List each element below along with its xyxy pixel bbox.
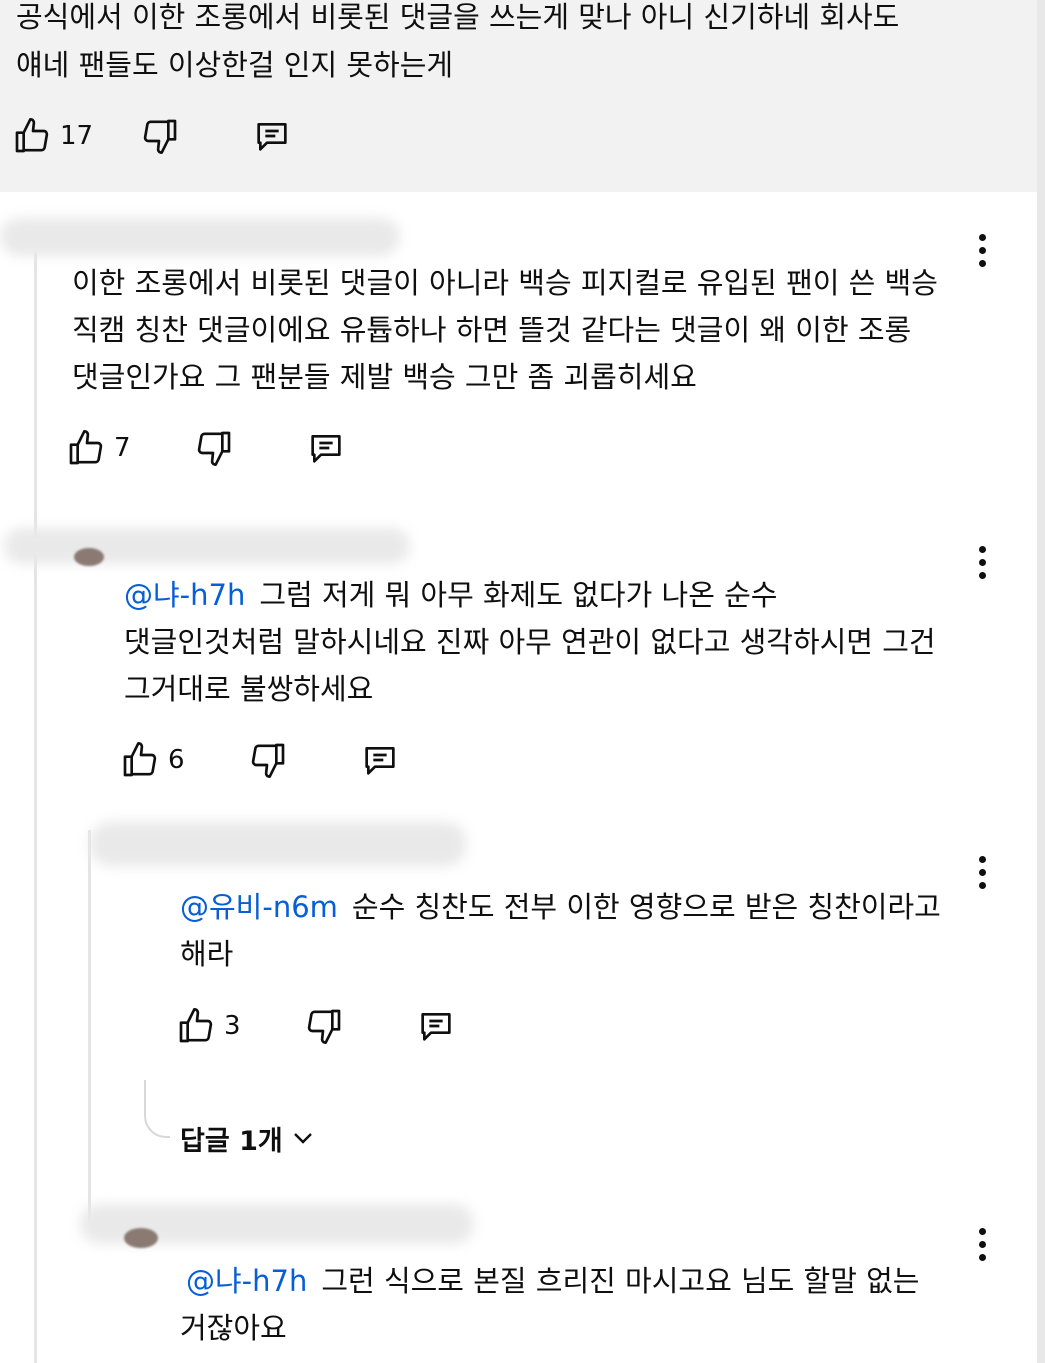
show-replies-button[interactable]: 답글 1개 [180, 1116, 315, 1160]
scrollbar-track[interactable] [1037, 0, 1045, 1363]
comment-text-line: 공식에서 이한 조롱에서 비롯된 댓글을 쓰는게 맞나 아니 신기하네 회사도 [16, 0, 900, 34]
comment-text-line: 직캠 칭찬 댓글이에요 유튭하나 하면 뜰것 같다는 댓글이 왜 이한 조롱 [72, 313, 912, 347]
like-button[interactable]: 3 [176, 1006, 241, 1046]
like-count: 3 [224, 1011, 241, 1041]
reply-button[interactable] [416, 1006, 456, 1046]
like-button[interactable]: 17 [12, 116, 93, 156]
like-count: 7 [114, 433, 131, 463]
thumbs-down-icon [307, 1009, 341, 1044]
mention-link[interactable]: @냐-h7h [186, 1264, 307, 1298]
comment-text-line: 댓글인것처럼 말하시네요 진짜 아무 연관이 없다고 생각하시면 그건 [124, 625, 936, 659]
dislike-button[interactable] [140, 116, 180, 156]
thumbs-down-icon [143, 119, 177, 155]
more-vert-icon[interactable] [976, 234, 988, 268]
like-count: 6 [168, 745, 185, 775]
reply-connector [144, 1080, 170, 1138]
thumbs-down-icon [197, 431, 231, 466]
comment-text-line: 해라 [180, 937, 234, 971]
like-button[interactable]: 6 [120, 740, 185, 780]
thumbs-up-icon [15, 118, 49, 153]
like-count: 17 [60, 121, 94, 151]
chevron-down-icon [293, 1133, 312, 1144]
thumbs-down-icon [251, 743, 285, 778]
redacted-author [90, 822, 466, 866]
comment-text-line: @냐-h7h 그럼 저게 뭐 아무 화제도 없다가 나온 순수 [124, 578, 778, 612]
reply-comment-icon [365, 747, 395, 775]
thumbs-up-icon [123, 742, 157, 777]
reply-comment-icon [311, 435, 341, 463]
like-button[interactable]: 7 [66, 428, 131, 468]
redacted-author [4, 528, 410, 564]
comment-text-line: 이한 조롱에서 비롯된 댓글이 아니라 백승 피지컬로 유입된 팬이 쓴 백승 [72, 266, 938, 300]
comment-text-line: 거잖아요 [180, 1311, 287, 1345]
thumbs-up-icon [179, 1008, 213, 1043]
replies-count-label: 답글 1개 [180, 1125, 283, 1157]
dislike-button[interactable] [248, 740, 288, 780]
thread-line [88, 830, 91, 1220]
more-vert-icon[interactable] [976, 1228, 988, 1262]
comment-text-line: 댓글인가요 그 팬분들 제발 백승 그만 좀 괴롭히세요 [72, 360, 697, 394]
more-vert-icon[interactable] [976, 546, 988, 580]
reply-button[interactable] [360, 740, 400, 780]
comment-text-line: @냐-h7h 그런 식으로 본질 흐리진 마시고요 님도 할말 없는 [186, 1264, 920, 1298]
avatar[interactable] [74, 548, 104, 566]
reply-comment-icon [421, 1013, 451, 1041]
comment-text-line: 그거대로 불쌍하세요 [124, 672, 374, 706]
thread-line [34, 252, 37, 1363]
avatar[interactable] [124, 1228, 158, 1248]
reply-button[interactable] [306, 428, 346, 468]
dislike-button[interactable] [194, 428, 234, 468]
redacted-author [0, 218, 400, 256]
comment-text-line: 얘네 팬들도 이상한걸 인지 못하는게 [16, 48, 454, 82]
mention-link[interactable]: @냐-h7h [124, 578, 245, 612]
more-vert-icon[interactable] [976, 856, 988, 890]
reply-button[interactable] [252, 116, 292, 156]
dislike-button[interactable] [304, 1006, 344, 1046]
mention-link[interactable]: @유비-n6m [180, 890, 338, 924]
thumbs-up-icon [69, 430, 103, 465]
reply-comment-icon [257, 123, 287, 151]
comment-text-line: @유비-n6m 순수 칭찬도 전부 이한 영향으로 받은 칭찬이라고 [180, 890, 941, 924]
